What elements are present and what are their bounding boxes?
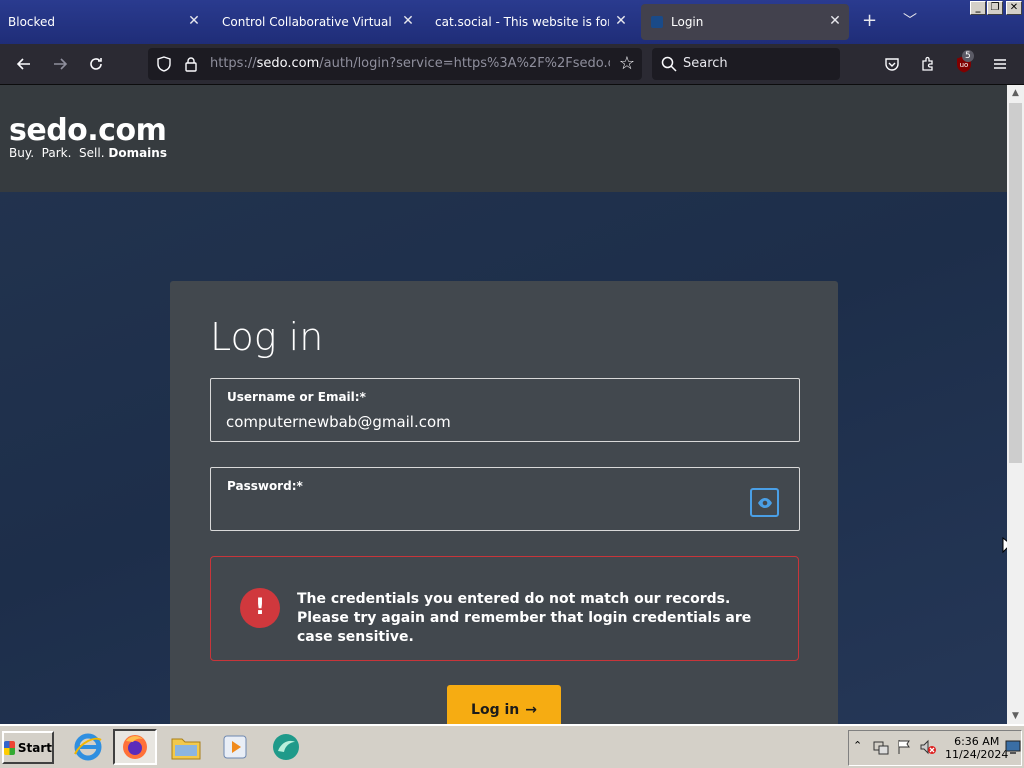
start-label: Start (17, 740, 52, 755)
shield-icon[interactable] (156, 56, 172, 72)
tab-login[interactable]: Login ✕ (641, 4, 849, 40)
start-button[interactable]: Start (2, 731, 54, 764)
close-icon[interactable]: ✕ (613, 13, 629, 29)
login-button[interactable]: Log in → (447, 685, 561, 724)
tab-title: cat.social - This website is for sale! (435, 15, 609, 29)
pocket-button[interactable] (880, 52, 904, 76)
chevron-down-icon[interactable]: ﹀ (903, 12, 917, 30)
network-icon[interactable] (873, 740, 889, 756)
puzzle-icon (922, 56, 933, 71)
volume-muted-icon[interactable] (919, 739, 937, 755)
pocket-icon (885, 58, 899, 71)
extensions-button[interactable] (916, 52, 940, 76)
tab-control-collaborative[interactable]: Control Collaborative Virtual Machine ✕ (214, 4, 422, 40)
firefox-icon[interactable] (113, 729, 157, 765)
clock-time: 6:36 AM (954, 735, 1000, 748)
close-window-button[interactable]: ✕ (1006, 1, 1022, 15)
scroll-up-icon[interactable]: ▲ (1007, 85, 1024, 101)
browser-tab-bar: Blocked ✕ Control Collaborative Virtual … (0, 0, 1024, 44)
web-app-icon[interactable] (264, 729, 308, 765)
close-icon[interactable]: ✕ (400, 13, 416, 29)
logo-tagline-bold: Domains (108, 146, 167, 160)
system-tray: ⌃ 6:36 AM 11/24/2024 (848, 730, 1022, 766)
forward-button[interactable] (48, 52, 72, 76)
arrow-right-icon (54, 58, 68, 70)
close-icon[interactable]: ✕ (186, 13, 202, 29)
browser-toolbar: https://sedo.com/auth/login?service=http… (0, 44, 1024, 85)
tab-cat-social[interactable]: cat.social - This website is for sale! ✕ (427, 4, 635, 40)
hamburger-menu-icon (994, 59, 1006, 69)
plus-icon[interactable]: + (862, 12, 877, 30)
arrow-right-icon: → (525, 702, 537, 718)
url-text[interactable]: https://sedo.com/auth/login?service=http… (210, 56, 610, 71)
sedo-logo[interactable]: sedo.com (9, 113, 167, 148)
windows-flag-icon (4, 740, 15, 755)
show-password-button[interactable] (750, 488, 779, 517)
url-host: sedo.com (256, 56, 320, 71)
url-prefix: https:// (210, 56, 257, 71)
page-scrollbar[interactable]: ▲ ▼ (1007, 85, 1024, 724)
password-label: Password:* (227, 479, 303, 493)
page-title: Log in (210, 315, 324, 359)
error-message: The credentials you entered do not match… (297, 591, 752, 645)
restore-button[interactable]: ❐ (987, 1, 1003, 15)
sedo-favicon-icon (651, 16, 663, 28)
scroll-down-icon[interactable]: ▼ (1007, 708, 1024, 724)
error-alert: ! The credentials you entered do not mat… (210, 556, 799, 661)
menu-button[interactable] (988, 52, 1012, 76)
eye-icon (757, 497, 772, 508)
tab-title: Login (671, 15, 704, 29)
search-icon (661, 56, 677, 72)
bookmark-star-icon[interactable]: ☆ (619, 53, 635, 74)
tab-title: Blocked (8, 15, 56, 29)
lock-icon[interactable] (184, 56, 198, 72)
tab-title: Control Collaborative Virtual Machine (222, 15, 396, 29)
flag-icon[interactable] (896, 739, 912, 755)
exclamation-icon: ! (240, 588, 280, 628)
logo-tagline-text: Buy. Park. Sell. (9, 146, 105, 160)
reload-icon (90, 58, 102, 70)
taskbar: Start ⌃ 6:36 AM 11/24/2024 (0, 724, 1024, 768)
login-button-label: Log in (471, 702, 520, 718)
username-value[interactable]: computernewbab@gmail.com (226, 413, 451, 431)
logo-tagline: Buy. Park. Sell. Domains (9, 146, 167, 160)
show-desktop-icon[interactable] (1005, 739, 1021, 755)
extension-badge: 5 (962, 50, 974, 62)
reload-button[interactable] (84, 52, 108, 76)
scrollbar-thumb[interactable] (1009, 103, 1022, 463)
internet-explorer-icon[interactable] (66, 729, 110, 765)
url-bar[interactable]: https://sedo.com/auth/login?service=http… (148, 48, 642, 80)
search-placeholder: Search (683, 56, 728, 71)
username-field[interactable]: Username or Email:* computernewbab@gmail… (210, 378, 800, 442)
arrow-left-icon (16, 58, 30, 70)
site-header: sedo.com Buy. Park. Sell. Domains (0, 85, 1007, 192)
svg-text:uo: uo (960, 61, 969, 69)
username-label: Username or Email:* (227, 390, 366, 404)
tab-blocked[interactable]: Blocked ✕ (0, 4, 208, 40)
close-icon[interactable]: ✕ (827, 13, 843, 29)
minimize-button[interactable]: _ (970, 1, 986, 15)
back-button[interactable] (12, 52, 36, 76)
media-player-icon[interactable] (213, 729, 257, 765)
file-explorer-icon[interactable] (164, 729, 208, 765)
clock-date: 11/24/2024 (945, 748, 1009, 761)
url-path: /auth/login?service=https%3A%2F%2Fsedo.c… (319, 56, 610, 71)
page-viewport: sedo.com Buy. Park. Sell. Domains Log in… (0, 85, 1007, 724)
login-card: Log in Username or Email:* computernewba… (170, 281, 838, 724)
clock[interactable]: 6:36 AM 11/24/2024 (945, 735, 1008, 761)
chevron-up-icon[interactable]: ⌃ (853, 739, 862, 752)
password-field[interactable]: Password:* (210, 467, 800, 531)
search-input[interactable]: Search (652, 48, 840, 80)
